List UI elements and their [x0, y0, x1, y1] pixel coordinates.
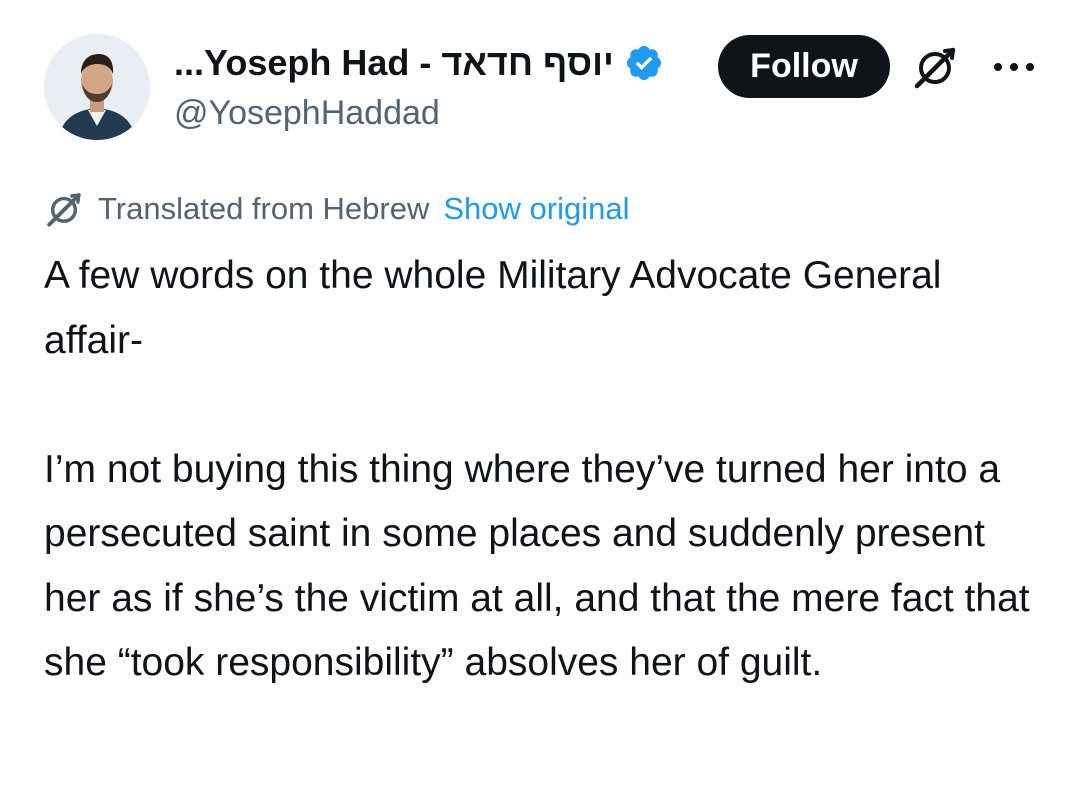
handle[interactable]: @YosephHaddad [174, 94, 714, 133]
translation-row: Translated from Hebrew Show original [44, 186, 629, 232]
name-row: יוסף חדאד - Yoseph Had... [174, 38, 714, 88]
show-original-link[interactable]: Show original [443, 191, 629, 227]
tweet-header: יוסף חדאד - Yoseph Had... @YosephHaddad … [0, 0, 1080, 160]
tweet-text: A few words on the whole Military Advoca… [44, 244, 1044, 696]
translate-icon [44, 189, 84, 229]
translated-label: Translated from Hebrew [98, 191, 430, 226]
verified-badge-icon [624, 43, 664, 83]
tweet-paragraph: I’m not buying this thing where they’ve … [44, 447, 1030, 685]
tweet-paragraph: A few words on the whole Military Advoca… [44, 254, 942, 362]
grok-icon[interactable] [912, 44, 958, 90]
more-horizontal-icon[interactable] [990, 52, 1038, 82]
display-name[interactable]: יוסף חדאד - Yoseph Had... [174, 42, 614, 84]
avatar[interactable] [44, 34, 150, 140]
follow-button[interactable]: Follow [718, 35, 890, 98]
author-identity[interactable]: יוסף חדאד - Yoseph Had... @YosephHaddad [174, 38, 714, 133]
